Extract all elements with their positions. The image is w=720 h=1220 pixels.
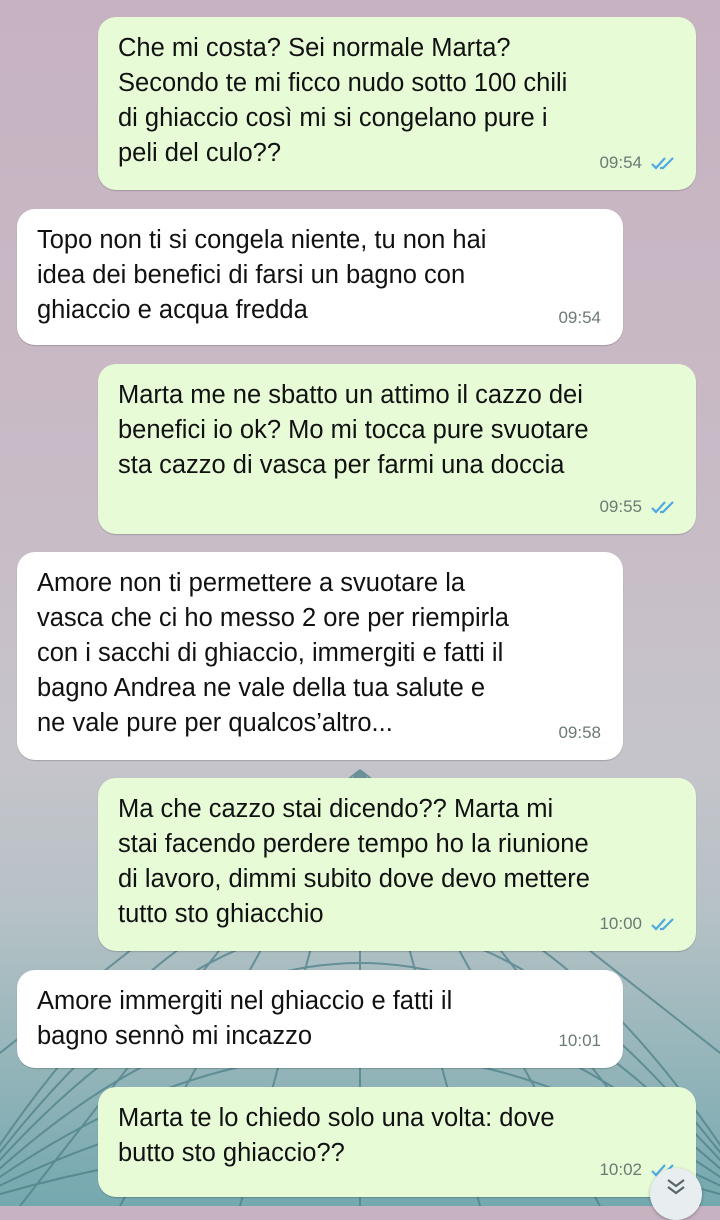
message-text: Ma che cazzo stai dicendo?? Marta mi sta…	[118, 795, 590, 928]
message-timestamp: 09:55	[599, 497, 642, 516]
message-meta: 09:58	[558, 715, 601, 750]
message-text: Topo non ti si congela niente, tu non ha…	[37, 226, 487, 324]
message-text: Marta me ne sbatto un attimo il cazzo de…	[118, 381, 589, 479]
message-meta: 09:54	[558, 300, 601, 335]
double-check-icon	[651, 917, 674, 931]
message-text: Amore non ti permettere a svuotare la va…	[37, 569, 509, 737]
outgoing-message-bubble[interactable]: Che mi costa? Sei normale Marta? Secondo…	[98, 17, 696, 190]
chevron-double-down-icon	[667, 1179, 685, 1195]
message-text: Che mi costa? Sei normale Marta? Secondo…	[118, 34, 568, 167]
message-meta: 10:01	[558, 1023, 601, 1058]
double-check-icon	[651, 156, 674, 170]
message-timestamp: 10:02	[599, 1160, 642, 1179]
message-timestamp: 09:58	[558, 723, 601, 742]
incoming-message-bubble[interactable]: Topo non ti si congela niente, tu non ha…	[17, 209, 623, 345]
message-timestamp: 10:00	[599, 914, 642, 933]
incoming-message-bubble[interactable]: Amore immergiti nel ghiaccio e fatti il …	[17, 970, 623, 1068]
incoming-message-bubble[interactable]: Amore non ti permettere a svuotare la va…	[17, 552, 623, 760]
message-timestamp: 10:01	[558, 1031, 601, 1050]
double-check-icon	[651, 500, 674, 514]
message-meta: 09:54	[599, 145, 676, 180]
message-timestamp: 09:54	[599, 153, 642, 172]
message-meta: 09:55	[599, 489, 676, 524]
outgoing-message-bubble[interactable]: Marta me ne sbatto un attimo il cazzo de…	[98, 364, 696, 534]
message-timestamp: 09:54	[558, 308, 601, 327]
scroll-to-bottom-button[interactable]	[650, 1168, 702, 1220]
outgoing-message-bubble[interactable]: Ma che cazzo stai dicendo?? Marta mi sta…	[98, 778, 696, 951]
message-text: Amore immergiti nel ghiaccio e fatti il …	[37, 987, 453, 1050]
outgoing-message-bubble[interactable]: Marta te lo chiedo solo una volta: dove …	[98, 1087, 696, 1197]
message-meta: 10:00	[599, 906, 676, 941]
message-text: Marta te lo chiedo solo una volta: dove …	[118, 1104, 555, 1167]
